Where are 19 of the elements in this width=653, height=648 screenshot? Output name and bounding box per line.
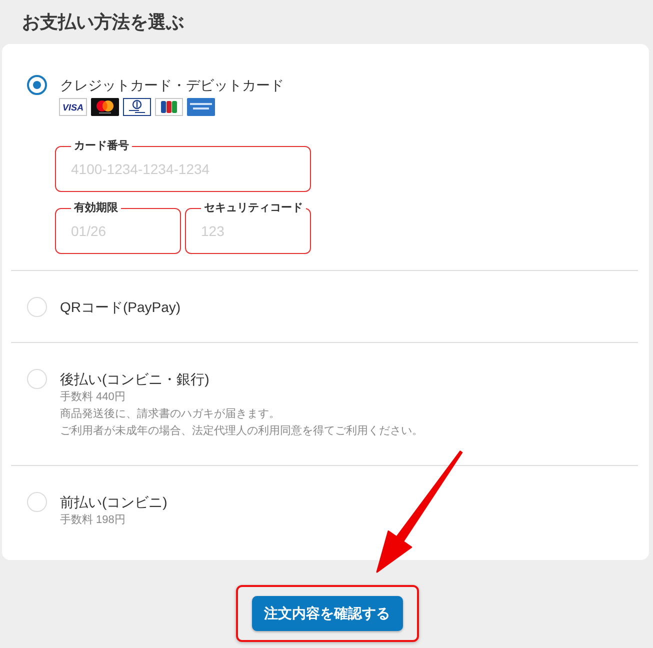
card-brand-icon — [187, 98, 215, 116]
field-label: セキュリティコード — [203, 202, 304, 214]
option-note: 手数料 440円 — [60, 390, 126, 405]
option-note: 手数料 198円 — [60, 513, 126, 528]
option-label[interactable]: 前払い(コンビニ) — [60, 492, 168, 512]
confirm-order-button[interactable]: 注文内容を確認する — [252, 596, 402, 631]
page-heading: お支払い方法を選ぶ — [22, 11, 184, 33]
field-label: カード番号 — [73, 140, 130, 152]
card-brand-icon — [155, 98, 183, 116]
card-brand-icon: VISA — [59, 98, 87, 116]
card-brand-icon — [123, 98, 151, 116]
option-label[interactable]: クレジットカード・デビットカード — [60, 75, 284, 95]
option-note: ご利用者が未成年の場合、法定代理人の利用同意を得てご利用ください。 — [60, 424, 423, 439]
card-brand-icon — [91, 98, 119, 116]
option-note: 商品発送後に、請求書のハガキが届きます。 — [60, 406, 280, 422]
field-label: 有効期限 — [72, 202, 119, 214]
option-label[interactable]: QRコード(PayPay) — [60, 297, 181, 317]
radio-button[interactable] — [27, 75, 47, 95]
option-label[interactable]: 後払い(コンビニ・銀行) — [60, 369, 210, 389]
